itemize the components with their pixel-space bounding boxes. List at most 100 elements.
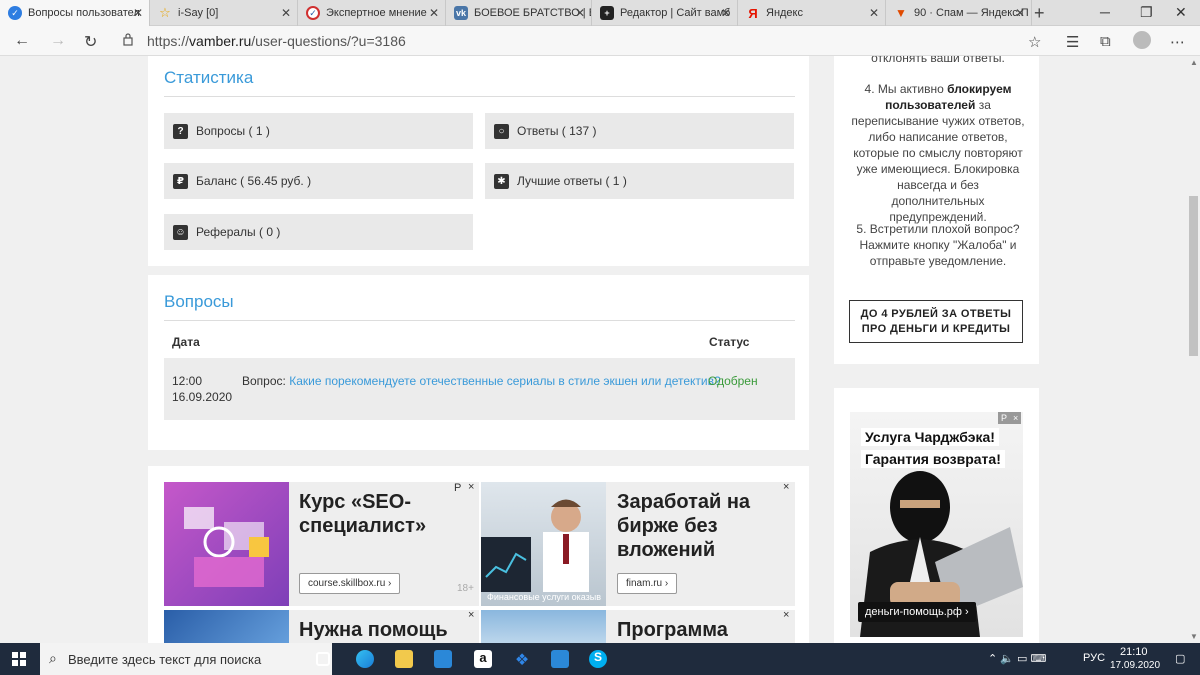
taskbar-search-input[interactable]: ⌕ Введите здесь текст для поиска	[40, 643, 332, 675]
tab-bar: ✓ Вопросы пользовател ✕ ☆ i-Say [0] ✕ ✓ …	[0, 0, 1200, 26]
ad-close-icon[interactable]: ×	[468, 481, 474, 493]
ad-finam[interactable]: Финансовые услуги оказыв Заработай на би…	[481, 481, 795, 606]
tab-yandex[interactable]: Я Яндекс ✕	[738, 0, 886, 26]
tab-close-icon[interactable]: ✕	[869, 6, 879, 20]
stat-questions[interactable]: ? Вопросы ( 1 )	[164, 113, 473, 149]
ad-skillbox[interactable]: Курс «SEO-специалист» course.skillbox.ru…	[164, 481, 479, 606]
chart-icon: ✓	[306, 6, 320, 20]
collections-icon[interactable]: ⧉	[1100, 33, 1111, 50]
new-tab-button[interactable]: +	[1034, 3, 1045, 23]
minimize-icon[interactable]: ─	[1100, 4, 1110, 20]
tray-icons[interactable]: ⌃ 🔈 ▭ ⌨	[988, 652, 1046, 665]
stat-best-answers[interactable]: ✱ Лучшие ответы ( 1 )	[485, 163, 794, 199]
plus-icon: +	[600, 6, 614, 20]
question-prefix: Вопрос:	[242, 374, 286, 388]
side-ad-line2: Гарантия возврата!	[861, 450, 1005, 468]
tab-expert[interactable]: ✓ Экспертное мнение ✕	[298, 0, 446, 26]
side-ad-line1: Услуга Чарджбэка!	[861, 428, 999, 446]
stats-title: Статистика	[164, 68, 254, 87]
tab-close-icon[interactable]: ✕	[429, 6, 439, 20]
side-ad-card: Услуга Чарджбэка! Гарантия возврата! ден…	[834, 388, 1039, 643]
back-icon[interactable]: ←	[14, 32, 30, 50]
address-bar: ← → ↻ https://vamber.ru/user-questions/?…	[0, 26, 1200, 56]
speech-bubble-icon: ○	[494, 123, 509, 139]
tab-user-questions[interactable]: ✓ Вопросы пользовател ✕	[0, 0, 150, 26]
task-view-icon[interactable]	[316, 652, 330, 666]
amazon-icon[interactable]: a	[474, 650, 492, 668]
clock-time[interactable]: 21:10	[1120, 646, 1148, 658]
file-explorer-icon[interactable]	[395, 650, 413, 668]
questions-card: Вопросы Дата Статус 12:00 16.09.2020 Воп…	[148, 275, 809, 450]
side-ad-image[interactable]: Услуга Чарджбэка! Гарантия возврата! ден…	[850, 412, 1023, 637]
side-ad-button[interactable]: деньги-помощь.рф ›	[858, 602, 976, 622]
favorites-list-icon[interactable]: ☰	[1066, 33, 1079, 51]
ruble-icon: ₽	[173, 173, 188, 189]
ad-close-icon[interactable]: ×	[783, 609, 789, 621]
referral-user-icon: ☺	[173, 224, 188, 240]
question-icon: ?	[173, 123, 188, 139]
tab-close-icon[interactable]: ✕	[133, 6, 143, 20]
avatar[interactable]	[1133, 31, 1151, 49]
skype-icon[interactable]: S	[589, 650, 607, 668]
rule-4: 4. Мы активно блокируем пользователей за…	[851, 82, 1025, 224]
ad-link-button[interactable]: course.skillbox.ru ›	[299, 573, 401, 594]
forward-icon[interactable]: →	[50, 32, 66, 50]
promo-button[interactable]: ДО 4 РУБЛЕЙ ЗА ОТВЕТЫ ПРО ДЕНЬГИ И КРЕДИ…	[849, 300, 1023, 343]
stat-balance[interactable]: ₽ Баланс ( 56.45 руб. )	[164, 163, 473, 199]
ad-program[interactable]: Программа ×	[481, 609, 795, 643]
col-status-header: Статус	[709, 335, 750, 349]
scroll-down-icon[interactable]: ▼	[1190, 632, 1198, 641]
ad-illustration	[481, 499, 589, 592]
ad-close-icon[interactable]: ×	[468, 609, 474, 621]
tab-close-icon[interactable]: ✕	[575, 6, 585, 20]
question-date: 16.09.2020	[172, 390, 233, 404]
tab-yandex-mail[interactable]: ▼ 90 · Спам — Яндекс.П ✕	[886, 0, 1032, 26]
tab-vk[interactable]: vk БОЕВОЕ БРАТСТВО | В ✕	[446, 0, 592, 26]
scroll-thumb[interactable]	[1189, 196, 1198, 356]
more-menu-icon[interactable]: ⋯	[1170, 33, 1185, 51]
ad-link-button[interactable]: finam.ru ›	[617, 573, 678, 594]
notifications-icon[interactable]: ▢	[1175, 652, 1185, 665]
tab-close-icon[interactable]: ✕	[1015, 6, 1025, 20]
tab-editor[interactable]: + Редактор | Сайт вамб ✕	[592, 0, 738, 26]
mail-icon: ▼	[895, 6, 907, 20]
store-icon[interactable]	[434, 650, 452, 668]
col-date-header: Дата	[172, 335, 200, 349]
question-link[interactable]: Какие порекомендуете отечественные сериа…	[289, 374, 720, 388]
clock-date[interactable]: 17.09.2020	[1110, 660, 1160, 671]
favorite-star-icon[interactable]: ☆	[1028, 33, 1041, 51]
tab-isay[interactable]: ☆ i-Say [0] ✕	[150, 0, 298, 26]
url-field[interactable]: https://vamber.ru/user-questions/?u=3186	[147, 33, 406, 49]
rules-top-text: отклонять ваши ответы.	[871, 56, 1005, 65]
stat-answers[interactable]: ○ Ответы ( 137 )	[485, 113, 794, 149]
ad-help[interactable]: Нужна помощь ×	[164, 609, 479, 643]
ad-caption: Финансовые услуги оказыв	[487, 592, 602, 602]
vk-icon: vk	[454, 6, 468, 20]
edge-icon[interactable]	[356, 650, 374, 668]
window-close-icon[interactable]: ✕	[1175, 4, 1187, 21]
tab-close-icon[interactable]: ✕	[281, 6, 291, 20]
ad-title: Курс «SEO-специалист»	[299, 491, 427, 537]
ad-block: Курс «SEO-специалист» course.skillbox.ru…	[148, 466, 809, 643]
ad-image	[164, 482, 289, 606]
maximize-icon[interactable]: ❐	[1140, 4, 1153, 21]
scroll-up-icon[interactable]: ▲	[1190, 58, 1198, 67]
divider	[164, 320, 795, 321]
refresh-icon[interactable]: ↻	[84, 32, 97, 52]
tab-close-icon[interactable]: ✕	[721, 6, 731, 20]
ad-close-icon[interactable]: ×	[783, 481, 789, 493]
page-content: Статистика ? Вопросы ( 1 ) ○ Ответы ( 137 …	[0, 56, 1187, 643]
ad-title: Заработай на бирже без вложений	[617, 491, 751, 561]
question-time: 12:00	[172, 374, 203, 388]
stat-referrals[interactable]: ☺ Рефералы ( 0 )	[164, 214, 473, 250]
mail-icon[interactable]	[551, 650, 569, 668]
ad-close-icon[interactable]: ×	[1010, 412, 1022, 424]
ad-image	[481, 610, 606, 643]
windows-start-icon[interactable]	[12, 652, 26, 666]
scrollbar[interactable]: ▲ ▼	[1187, 56, 1200, 643]
ad-mark: P	[998, 412, 1011, 424]
age-badge: 18+	[457, 583, 474, 594]
dropbox-icon[interactable]: ❖	[513, 650, 531, 669]
language-indicator[interactable]: РУС	[1083, 652, 1105, 664]
status-badge: Одобрен	[708, 374, 758, 388]
